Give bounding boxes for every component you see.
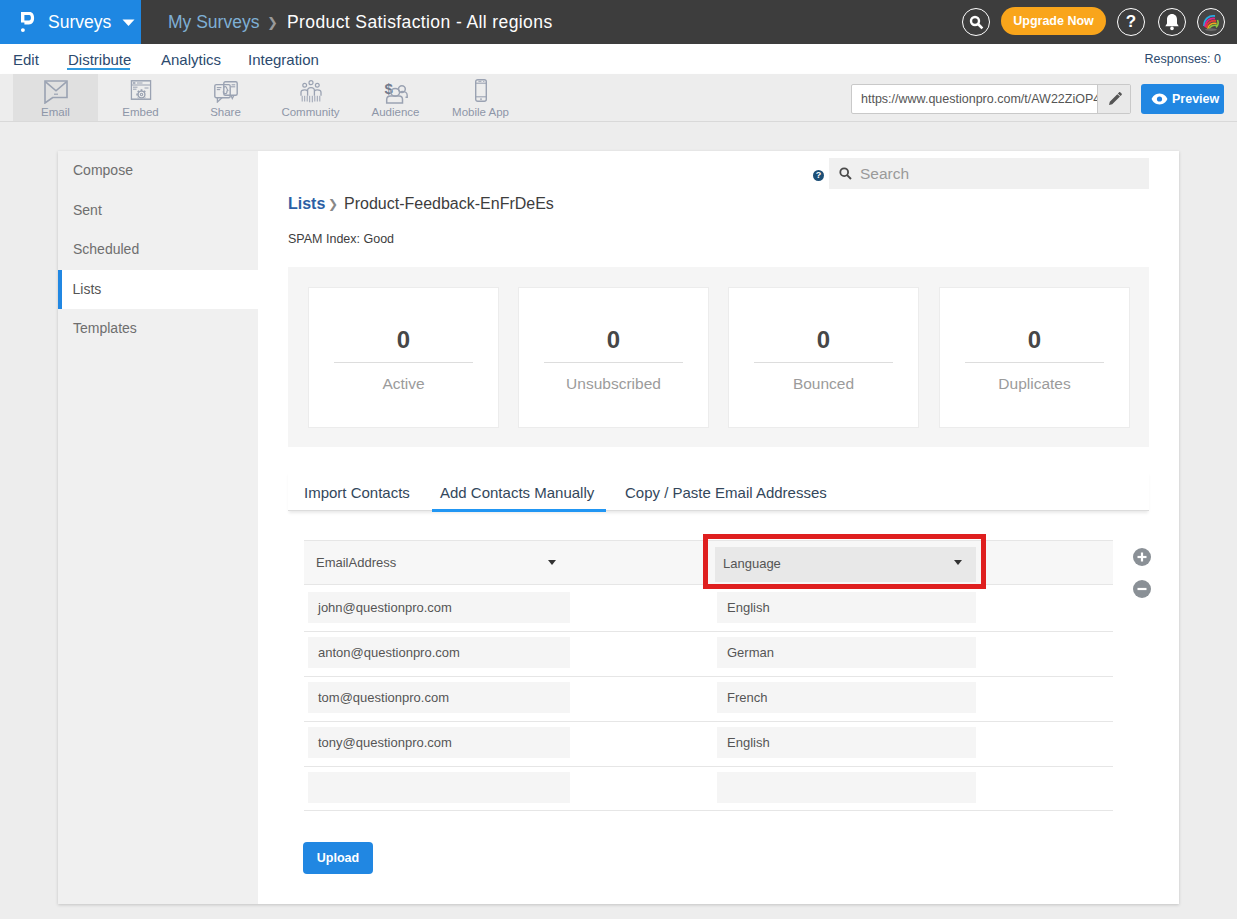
svg-text:$: $ (384, 80, 393, 97)
